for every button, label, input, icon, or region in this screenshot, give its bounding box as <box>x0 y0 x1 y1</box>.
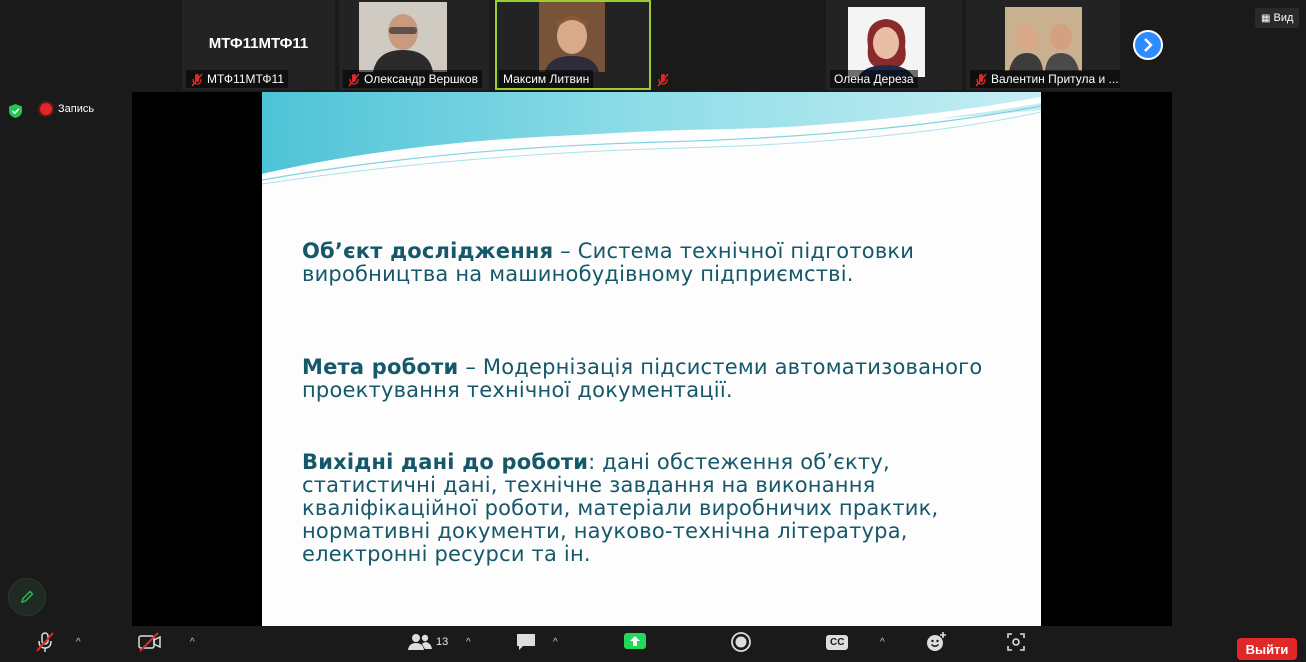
start-video-button[interactable] <box>138 630 162 654</box>
slide-paragraph-input-data: Вихідні дані до роботи: дані обстеження … <box>302 450 939 566</box>
participant-tile[interactable]: Валентин Притула и ... <box>966 0 1120 90</box>
caption-options-caret[interactable]: ^ <box>880 630 885 654</box>
audio-options-caret[interactable]: ^ <box>76 630 81 654</box>
participants-button[interactable]: 13 <box>408 630 448 654</box>
record-icon <box>40 103 52 115</box>
gallery-strip: МТФ11МТФ11 МТФ11МТФ11 Олександр Вершков … <box>0 0 1306 92</box>
next-page-button[interactable] <box>1133 30 1163 60</box>
participant-label: Олександр Вершков <box>343 70 482 88</box>
chat-button[interactable] <box>515 630 537 654</box>
chat-icon <box>517 634 535 650</box>
closed-caption-button[interactable]: CC <box>826 630 849 654</box>
shared-screen: Об’єкт дослідження – Система технічної п… <box>132 92 1172 626</box>
participant-label: Валентин Притула и ... <box>970 70 1120 88</box>
share-screen-button[interactable] <box>624 630 646 654</box>
mute-button[interactable] <box>34 630 56 654</box>
meeting-toolbar: ^ ^ 13 ^ ^ CC ^ <box>0 626 1306 656</box>
slide-paragraph-object: Об’єкт дослідження – Система технічної п… <box>302 239 915 286</box>
reaction-smiley-icon <box>927 632 946 651</box>
muted-mic-icon <box>348 73 360 87</box>
participant-label <box>655 70 671 88</box>
reactions-button[interactable] <box>925 630 947 654</box>
pencil-icon <box>20 590 34 604</box>
share-screen-icon <box>624 633 646 649</box>
participant-label: Максим Литвин <box>499 70 594 88</box>
view-button[interactable]: ▦ Вид <box>1255 8 1300 28</box>
participants-icon <box>408 634 432 650</box>
participant-tile[interactable] <box>655 0 671 90</box>
presentation-slide: Об’єкт дослідження – Система технічної п… <box>262 92 1041 626</box>
participant-video <box>848 7 925 77</box>
chevron-right-icon <box>1144 38 1153 52</box>
annotate-button[interactable] <box>8 578 46 616</box>
participant-video <box>359 2 447 72</box>
recording-indicator[interactable]: Запись <box>40 103 94 115</box>
chat-options-caret[interactable]: ^ <box>553 630 558 654</box>
participant-video <box>539 2 605 72</box>
record-icon <box>731 632 751 652</box>
video-off-icon <box>138 632 161 652</box>
apps-icon <box>1007 633 1025 651</box>
encryption-shield-icon[interactable] <box>8 103 23 119</box>
video-options-caret[interactable]: ^ <box>190 630 195 654</box>
muted-mic-icon <box>191 73 203 87</box>
participant-tile[interactable]: Олена Дереза <box>826 0 962 90</box>
participants-options-caret[interactable]: ^ <box>466 630 471 654</box>
participant-tile[interactable]: Олександр Вершков <box>339 0 489 90</box>
participant-label: Олена Дереза <box>830 70 918 88</box>
participant-name-large: МТФ11МТФ11 <box>208 35 309 52</box>
slide-paragraph-goal: Мета роботи – Модернізація підсистеми ав… <box>302 355 983 402</box>
participant-tile[interactable]: МТФ11МТФ11 МТФ11МТФ11 <box>182 0 335 90</box>
muted-mic-icon <box>36 632 54 652</box>
slide-wave-decoration <box>262 92 1041 185</box>
apps-button[interactable] <box>1006 630 1026 654</box>
grid-icon: ▦ <box>1261 13 1271 24</box>
participant-tile-active-speaker[interactable]: Максим Литвин <box>495 0 651 90</box>
record-button[interactable] <box>730 630 752 654</box>
participant-label: МТФ11МТФ11 <box>186 70 289 88</box>
cc-icon: CC <box>826 634 849 650</box>
muted-mic-icon <box>975 73 987 87</box>
participant-video <box>1005 7 1082 71</box>
muted-mic-icon <box>657 73 669 87</box>
leave-meeting-button[interactable]: Выйти <box>1237 638 1297 660</box>
